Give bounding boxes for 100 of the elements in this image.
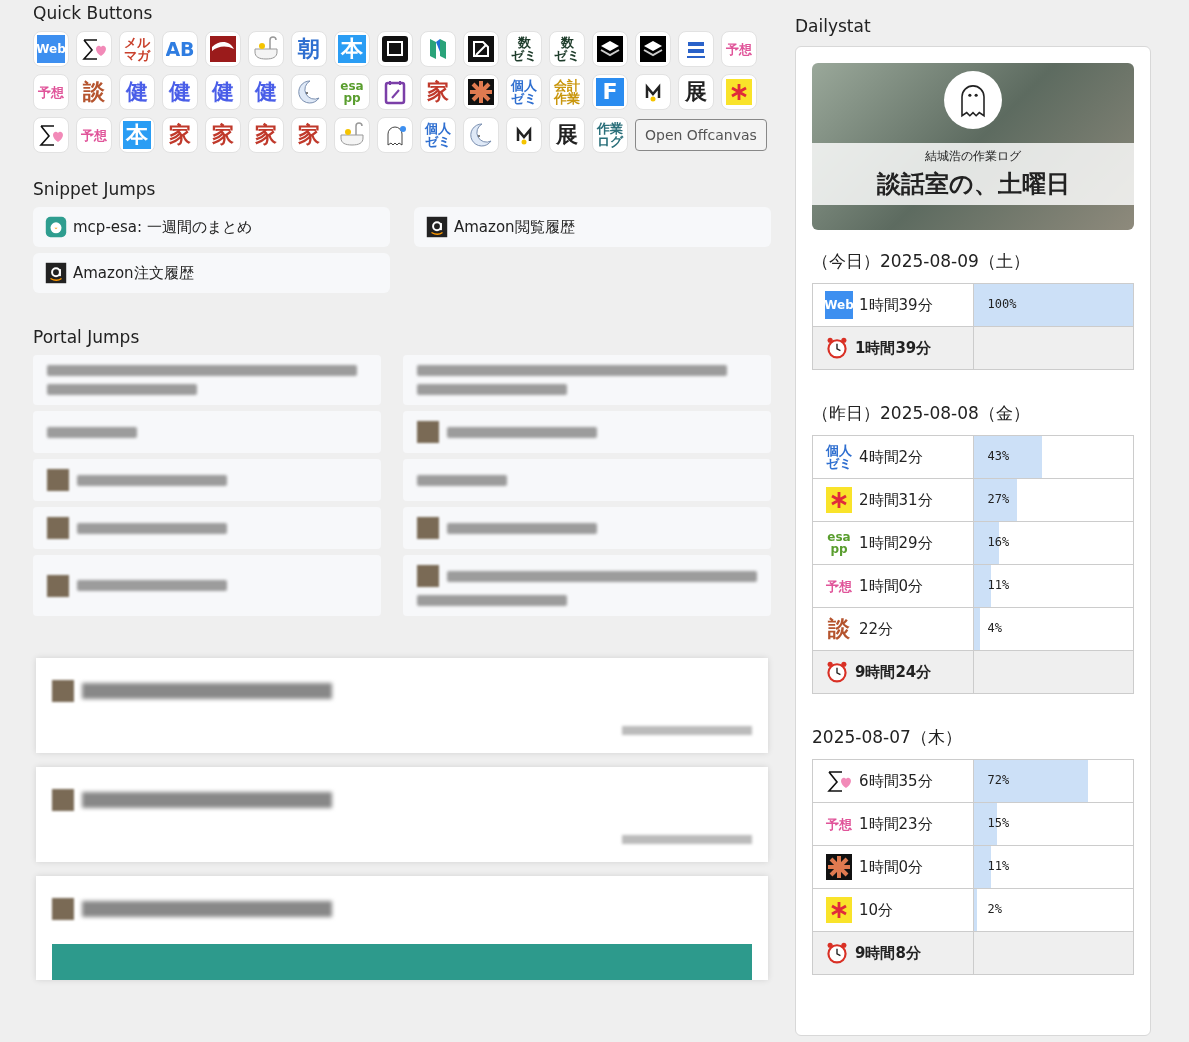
crescent-moon-icon <box>467 121 495 149</box>
percent-text: 72% <box>987 773 1010 787</box>
alarm-clock-icon <box>825 941 849 965</box>
blurred-icon <box>52 789 74 811</box>
duration-text: 1時間29分 <box>859 533 933 553</box>
quick-button[interactable] <box>463 31 499 67</box>
percent-text: 11% <box>987 859 1010 873</box>
asterisk-icon <box>725 78 753 106</box>
quick-button[interactable]: 予想 <box>33 74 69 110</box>
quick-button[interactable] <box>635 74 671 110</box>
snippet-link[interactable]: Amazon閲覧履歴 <box>414 207 771 247</box>
duration-text: 22分 <box>859 619 894 639</box>
quick-button[interactable]: 数 ゼミ <box>549 31 585 67</box>
percent-text: 43% <box>987 449 1010 463</box>
quick-button[interactable] <box>506 117 542 153</box>
duration-text: 6時間35分 <box>859 771 933 791</box>
bathtub-icon <box>338 121 366 149</box>
snippet-link[interactable]: mcp-esa: 一週間のまとめ <box>33 207 390 247</box>
percent-text: 27% <box>987 492 1010 506</box>
portal-link-card[interactable] <box>33 555 381 616</box>
starburst-icon <box>825 853 853 881</box>
blurred-icon <box>52 898 74 920</box>
duration-text: 1時間39分 <box>859 295 933 315</box>
percent-text: 100% <box>987 297 1017 311</box>
quick-button[interactable]: 健 <box>119 74 155 110</box>
portal-link-card[interactable] <box>33 411 381 453</box>
quick-button[interactable]: 談 <box>76 74 112 110</box>
section-title: Portal Jumps <box>33 327 141 347</box>
quick-button[interactable] <box>592 31 628 67</box>
open-offcanvas-button[interactable]: Open Offcanvas <box>635 119 767 151</box>
duration-text: 1時間0分 <box>859 857 924 877</box>
date-heading: （昨日）2025-08-08（金） <box>812 402 1031 425</box>
amazon-logo-icon <box>426 216 448 238</box>
quick-button[interactable]: 数 ゼミ <box>506 31 542 67</box>
portal-link-card[interactable] <box>33 459 381 501</box>
percent-text: 15% <box>987 816 1010 830</box>
app-tile: 談 <box>825 615 853 643</box>
total-duration: 1時間39分 <box>855 338 932 358</box>
quick-button[interactable]: 本 <box>334 31 370 67</box>
quick-button[interactable]: 予想 <box>721 31 757 67</box>
portal-link-card[interactable] <box>403 355 771 405</box>
quick-button[interactable]: 家 <box>162 117 198 153</box>
duration-text: 4時間2分 <box>859 447 924 467</box>
quick-button[interactable] <box>76 31 112 67</box>
quick-button[interactable]: 展 <box>678 74 714 110</box>
portal-link-card[interactable] <box>403 411 771 453</box>
duration-text: 1時間23分 <box>859 814 933 834</box>
pencil-icon <box>467 35 495 63</box>
amazon-logo-icon <box>45 262 67 284</box>
portal-link-card[interactable] <box>33 507 381 549</box>
blurred-icon <box>47 517 69 539</box>
quick-button[interactable]: 予想 <box>76 117 112 153</box>
quick-button[interactable]: 作業 ログ <box>592 117 628 153</box>
quick-button[interactable]: 朝 <box>291 31 327 67</box>
crescent-moon-icon <box>295 78 323 106</box>
quick-button[interactable]: Web <box>33 31 69 67</box>
total-duration: 9時間8分 <box>855 943 921 963</box>
total-duration: 9時間24分 <box>855 662 932 682</box>
quick-button[interactable]: F <box>592 74 628 110</box>
asterisk-icon <box>825 896 853 924</box>
quick-button[interactable]: 家 <box>205 117 241 153</box>
quick-button[interactable]: メル マガ <box>119 31 155 67</box>
quick-button[interactable]: 家 <box>248 117 284 153</box>
banner-subtitle: 結城浩の作業ログ <box>925 148 1021 165</box>
quick-button[interactable] <box>205 31 241 67</box>
quick-button[interactable] <box>377 31 413 67</box>
blurred-icon <box>47 574 69 597</box>
quick-button[interactable]: 個人 ゼミ <box>506 74 542 110</box>
quick-button[interactable]: 家 <box>291 117 327 153</box>
quick-button[interactable]: 個人 ゼミ <box>420 117 456 153</box>
quick-button[interactable]: esa pp <box>334 74 370 110</box>
bathtub-icon <box>252 35 280 63</box>
quick-button[interactable] <box>33 117 69 153</box>
quick-button[interactable] <box>635 31 671 67</box>
portal-link-card[interactable] <box>403 507 771 549</box>
blurred-icon <box>417 421 439 443</box>
quick-button[interactable]: 家 <box>420 74 456 110</box>
app-tile: Web <box>825 291 853 319</box>
snippet-link[interactable]: Amazon注文履歴 <box>33 253 390 293</box>
portal-link-card[interactable] <box>33 355 381 405</box>
alarm-clock-icon <box>825 336 849 360</box>
quick-button[interactable] <box>463 74 499 110</box>
quick-button[interactable]: 展 <box>549 117 585 153</box>
quick-button[interactable]: 健 <box>162 74 198 110</box>
portal-link-card[interactable] <box>403 459 771 501</box>
quick-button[interactable]: 健 <box>205 74 241 110</box>
quick-button[interactable]: 健 <box>248 74 284 110</box>
quick-button[interactable]: 本 <box>119 117 155 153</box>
portal-link-card[interactable] <box>403 555 771 616</box>
quick-button[interactable] <box>377 74 413 110</box>
percent-text: 2% <box>987 902 1002 916</box>
section-title: Quick Buttons <box>33 3 154 23</box>
bird-icon <box>45 216 67 238</box>
blurred-icon <box>417 565 439 587</box>
banner-title: 談話室の、土曜日 <box>876 169 1070 200</box>
quick-button[interactable]: 会計 作業 <box>549 74 585 110</box>
quick-button[interactable]: AB <box>162 31 198 67</box>
duration-text: 2時間31分 <box>859 490 933 510</box>
date-heading: 2025-08-07（木） <box>812 726 963 749</box>
layers-icon <box>596 35 624 63</box>
